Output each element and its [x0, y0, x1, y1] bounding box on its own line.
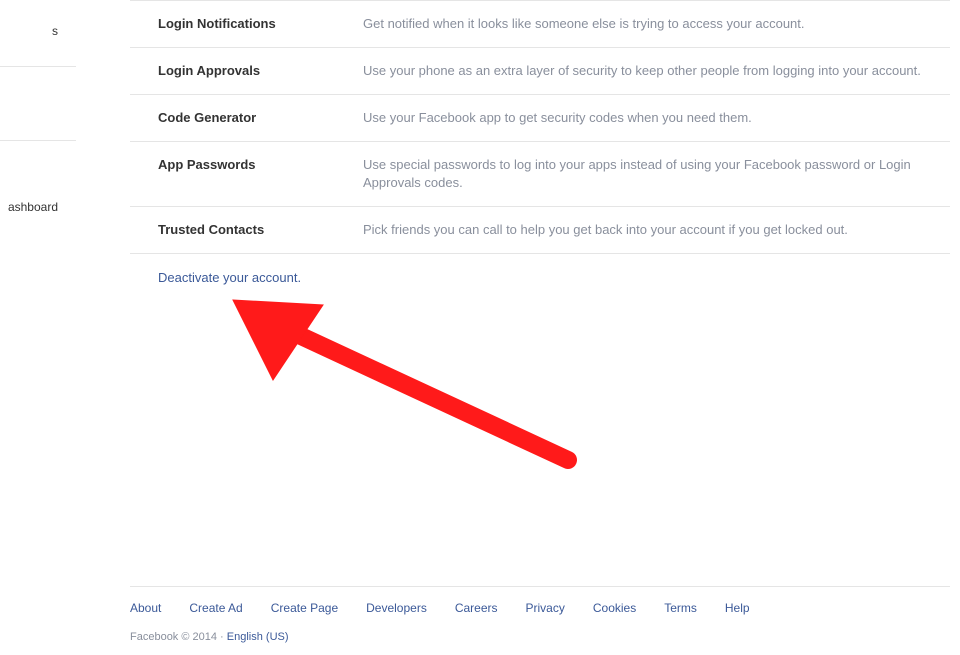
- setting-description: Use special passwords to log into your a…: [363, 156, 950, 192]
- setting-row-trusted-contacts[interactable]: Trusted Contacts Pick friends you can ca…: [130, 207, 950, 254]
- footer-link-careers[interactable]: Careers: [455, 601, 498, 615]
- sidebar-frag-1[interactable]: s: [52, 24, 58, 38]
- security-settings-panel: Login Notifications Get notified when it…: [130, 0, 950, 285]
- setting-row-login-approvals[interactable]: Login Approvals Use your phone as an ext…: [130, 48, 950, 95]
- setting-label: Code Generator: [158, 109, 363, 125]
- setting-description: Get notified when it looks like someone …: [363, 15, 950, 33]
- footer-link-privacy[interactable]: Privacy: [526, 601, 565, 615]
- language-selector[interactable]: English (US): [227, 631, 289, 643]
- footer-link-about[interactable]: About: [130, 601, 161, 615]
- footer-divider: [130, 586, 950, 587]
- setting-row-app-passwords[interactable]: App Passwords Use special passwords to l…: [130, 142, 950, 207]
- setting-description: Pick friends you can call to help you ge…: [363, 221, 950, 239]
- footer-copyright: Facebook © 2014 · English (US): [130, 631, 950, 643]
- left-sidebar: s ashboard: [0, 0, 70, 600]
- setting-row-login-notifications[interactable]: Login Notifications Get notified when it…: [130, 0, 950, 48]
- deactivate-section: Deactivate your account.: [130, 254, 950, 285]
- deactivate-account-link[interactable]: Deactivate your account.: [158, 270, 301, 285]
- setting-label: App Passwords: [158, 156, 363, 172]
- sidebar-frag-2[interactable]: ashboard: [8, 200, 58, 214]
- footer-links: About Create Ad Create Page Developers C…: [130, 601, 950, 615]
- annotation-arrow-icon: [218, 280, 598, 480]
- footer-link-developers[interactable]: Developers: [366, 601, 427, 615]
- setting-label: Login Notifications: [158, 15, 363, 31]
- setting-label: Trusted Contacts: [158, 221, 363, 237]
- footer-link-create-ad[interactable]: Create Ad: [189, 601, 242, 615]
- setting-description: Use your phone as an extra layer of secu…: [363, 62, 950, 80]
- setting-row-code-generator[interactable]: Code Generator Use your Facebook app to …: [130, 95, 950, 142]
- setting-description: Use your Facebook app to get security co…: [363, 109, 950, 127]
- setting-label: Login Approvals: [158, 62, 363, 78]
- sidebar-divider: [0, 66, 76, 67]
- footer-link-cookies[interactable]: Cookies: [593, 601, 636, 615]
- copyright-text: Facebook © 2014 ·: [130, 631, 227, 643]
- sidebar-divider: [0, 140, 76, 141]
- page-footer: About Create Ad Create Page Developers C…: [130, 586, 950, 643]
- footer-link-create-page[interactable]: Create Page: [271, 601, 338, 615]
- footer-link-help[interactable]: Help: [725, 601, 750, 615]
- footer-link-terms[interactable]: Terms: [664, 601, 697, 615]
